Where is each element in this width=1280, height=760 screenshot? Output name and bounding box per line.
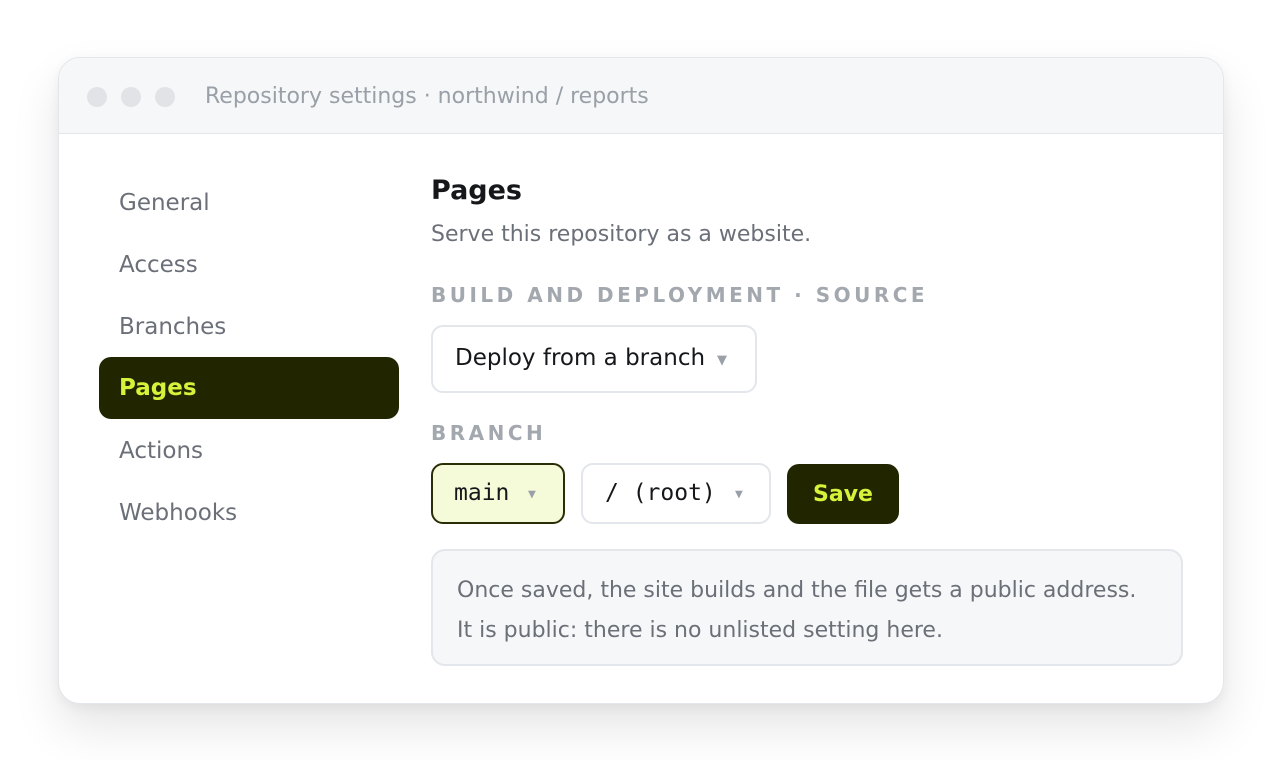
source-section-label: BUILD AND DEPLOYMENT · SOURCE xyxy=(431,283,929,307)
caret-down-icon: ▼ xyxy=(528,487,536,502)
window-minimize-dot[interactable] xyxy=(121,87,141,107)
folder-select-value: / (root) xyxy=(605,480,716,506)
caret-down-icon: ▼ xyxy=(735,487,743,502)
window-close-dot[interactable] xyxy=(87,87,107,107)
sidebar-item-general[interactable]: General xyxy=(99,172,399,234)
sidebar-item-pages[interactable]: Pages xyxy=(99,357,399,419)
info-note-line: Once saved, the site builds and the file… xyxy=(457,578,1137,603)
page-subtitle: Serve this repository as a website. xyxy=(431,222,812,247)
sidebar-item-actions[interactable]: Actions xyxy=(99,420,399,482)
window-maximize-dot[interactable] xyxy=(155,87,175,107)
branch-select-value: main xyxy=(454,480,510,506)
info-note: Once saved, the site builds and the file… xyxy=(431,549,1183,666)
window-title: Repository settings · northwind / report… xyxy=(205,84,649,109)
info-note-line: It is public: there is no unlisted setti… xyxy=(457,618,943,643)
source-select-value: Deploy from a branch xyxy=(455,345,706,371)
folder-select[interactable]: / (root) ▼ xyxy=(581,463,771,524)
sidebar-item-access[interactable]: Access xyxy=(99,234,399,296)
branch-section-label: BRANCH xyxy=(431,421,547,445)
sidebar-item-branches[interactable]: Branches xyxy=(99,296,399,358)
settings-window: Repository settings · northwind / report… xyxy=(58,57,1224,704)
page-title: Pages xyxy=(431,175,522,206)
source-select[interactable]: Deploy from a branch ▼ xyxy=(431,325,757,393)
save-button[interactable]: Save xyxy=(787,464,899,524)
sidebar-item-webhooks[interactable]: Webhooks xyxy=(99,482,399,544)
title-bar: Repository settings · northwind / report… xyxy=(59,58,1223,134)
caret-down-icon: ▼ xyxy=(717,353,727,368)
branch-select[interactable]: main ▼ xyxy=(431,463,565,524)
